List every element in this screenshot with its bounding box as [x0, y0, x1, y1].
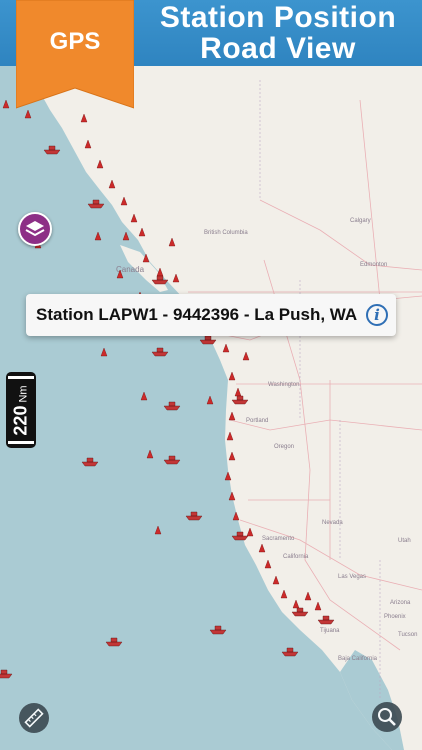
- map-label-tijuana: Tijuana: [320, 628, 340, 634]
- scale-readout: 220 Nm: [11, 382, 32, 440]
- banner-title: Station Position Road View: [140, 2, 416, 64]
- map-label-tucson: Tucson: [398, 632, 417, 638]
- search-icon: [378, 708, 396, 726]
- layers-icon: [25, 221, 45, 237]
- banner-title-line1: Station Position: [159, 1, 397, 34]
- map-label-portland: Portland: [246, 418, 268, 424]
- map-label-washington: Washington: [268, 382, 299, 388]
- station-callout[interactable]: Station LAPW1 - 9442396 - La Push, WA i: [26, 294, 396, 336]
- gps-badge-label: GPS: [49, 28, 101, 55]
- station-callout-text: Station LAPW1 - 9442396 - La Push, WA: [36, 305, 358, 324]
- scale-tick: [8, 376, 34, 379]
- gps-ribbon: [16, 0, 134, 109]
- map-label-utah: Utah: [398, 538, 411, 544]
- ruler-icon: [24, 708, 44, 728]
- scale-unit: Nm: [17, 385, 30, 403]
- map-label-arizona: Arizona: [390, 600, 411, 606]
- map-label-las-vegas: Las Vegas: [338, 574, 366, 580]
- map-label-nevada: Nevada: [322, 520, 343, 526]
- map-label-oregon: Oregon: [274, 444, 294, 450]
- banner-title-line2: Road View: [200, 32, 356, 65]
- map-label-calgary: Calgary: [350, 218, 371, 224]
- info-icon[interactable]: i: [366, 304, 388, 326]
- map-label-phoenix: Phoenix: [384, 614, 406, 620]
- map-label-edmonton: Edmonton: [360, 262, 387, 268]
- map-label-sacramento: Sacramento: [262, 536, 295, 542]
- scale-bar: 220 Nm: [6, 372, 36, 448]
- map-label-california: California: [283, 554, 309, 560]
- search-button[interactable]: [372, 702, 402, 732]
- scale-tick: [8, 441, 34, 444]
- layers-button[interactable]: [18, 212, 52, 246]
- map-label-baja-california: Baja California: [338, 656, 378, 662]
- ruler-button[interactable]: [19, 703, 49, 733]
- scale-value: 220: [10, 405, 31, 436]
- map-label-british-columbia: British Columbia: [204, 230, 248, 236]
